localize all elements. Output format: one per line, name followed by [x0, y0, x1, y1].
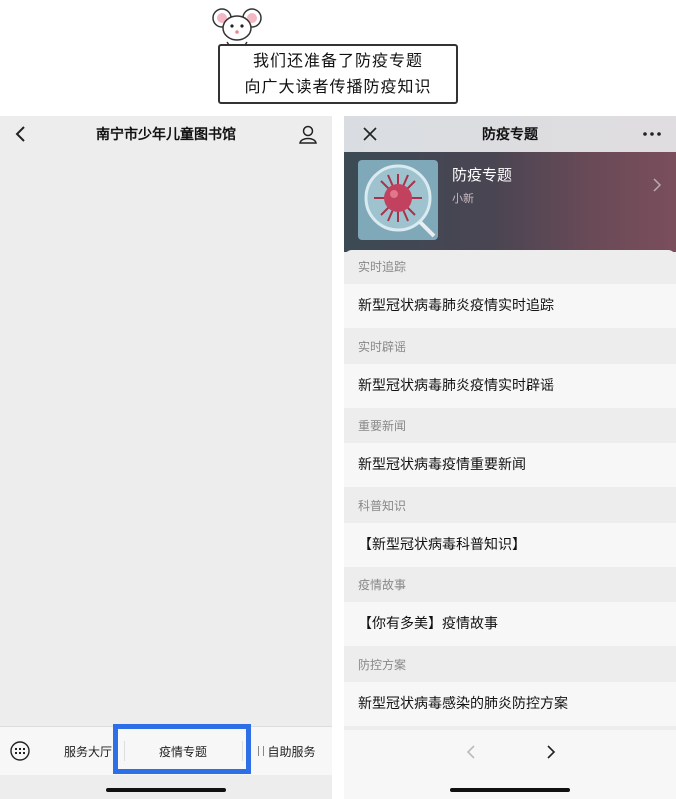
chevron-right-icon[interactable]: [652, 178, 662, 192]
list-item[interactable]: 【你有多美】疫情故事: [344, 602, 676, 646]
section-epidemic-stories: 疫情故事 【你有多美】疫情故事: [344, 568, 676, 646]
topic-name: 防疫专题: [452, 166, 513, 184]
close-icon[interactable]: [362, 126, 378, 142]
section-realtime-tracking: 实时追踪 新型冠状病毒肺炎疫情实时追踪: [344, 250, 676, 328]
back-arrow-icon[interactable]: [464, 744, 478, 760]
forward-arrow-icon[interactable]: [544, 744, 558, 760]
menu-tab-label: 自助服务: [267, 744, 316, 759]
highlight-box: [113, 724, 251, 774]
right-phone-screen: 防疫专题 防疫专题 小新 实时追踪 新型冠状病毒肺炎疫情实时追踪 实时辟谣 新型…: [344, 116, 676, 799]
section-rumor-debunk: 实时辟谣 新型冠状病毒肺炎疫情实时辟谣: [344, 330, 676, 408]
right-nav-bar: 防疫专题: [344, 116, 676, 152]
list-item[interactable]: 【新型冠状病毒科普知识】: [344, 523, 676, 567]
home-indicator: [450, 788, 570, 792]
more-icon[interactable]: [642, 132, 662, 136]
user-profile-icon[interactable]: [298, 124, 318, 144]
section-title: 疫情故事: [358, 578, 407, 592]
section-science-knowledge: 科普知识 【新型冠状病毒科普知识】: [344, 489, 676, 567]
top-banner: 我们还准备了防疫专题 向广大读者传播防疫知识: [0, 0, 676, 116]
menu-tab-self-service[interactable]: 自助服务: [242, 727, 332, 775]
left-phone-screen: 南宁市少年儿童图书馆 服务大厅 疫情专题 自助服务: [0, 116, 332, 799]
banner-line-2: 向广大读者传播防疫知识: [244, 77, 432, 96]
section-title: 实时辟谣: [358, 340, 407, 354]
section-title: 实时追踪: [358, 260, 407, 274]
banner-caption: 我们还准备了防疫专题 向广大读者传播防疫知识: [218, 44, 458, 104]
section-title: 防控方案: [358, 658, 407, 672]
home-indicator: [106, 788, 226, 792]
list-item[interactable]: 新型冠状病毒肺炎疫情实时追踪: [344, 284, 676, 328]
list-item[interactable]: 新型冠状病毒感染的肺炎防控方案: [344, 682, 676, 726]
page-title: 防疫专题: [482, 127, 538, 143]
topic-list: 实时追踪 新型冠状病毒肺炎疫情实时追踪 实时辟谣 新型冠状病毒肺炎疫情实时辟谣 …: [344, 250, 676, 730]
virus-thumbnail-icon[interactable]: [358, 160, 438, 240]
page-title: 南宁市少年儿童图书馆: [96, 127, 236, 143]
banner-line-1: 我们还准备了防疫专题: [252, 51, 423, 70]
back-icon[interactable]: [12, 124, 30, 144]
section-title: 科普知识: [358, 499, 407, 513]
left-nav-bar: 南宁市少年儿童图书馆: [0, 116, 332, 152]
list-item[interactable]: 新型冠状病毒肺炎疫情实时辟谣: [344, 364, 676, 408]
list-item[interactable]: 新型冠状病毒疫情重要新闻: [344, 443, 676, 487]
keyboard-icon[interactable]: [10, 741, 30, 761]
section-prevention-plan: 防控方案 新型冠状病毒感染的肺炎防控方案: [344, 648, 676, 726]
topic-author: 小新: [452, 192, 474, 205]
submenu-icon: [258, 746, 265, 756]
menu-tab-label: 服务大厅: [63, 744, 112, 759]
section-title: 重要新闻: [358, 419, 407, 433]
topic-header: 防疫专题 防疫专题 小新: [344, 116, 676, 252]
section-important-news: 重要新闻 新型冠状病毒疫情重要新闻: [344, 409, 676, 487]
